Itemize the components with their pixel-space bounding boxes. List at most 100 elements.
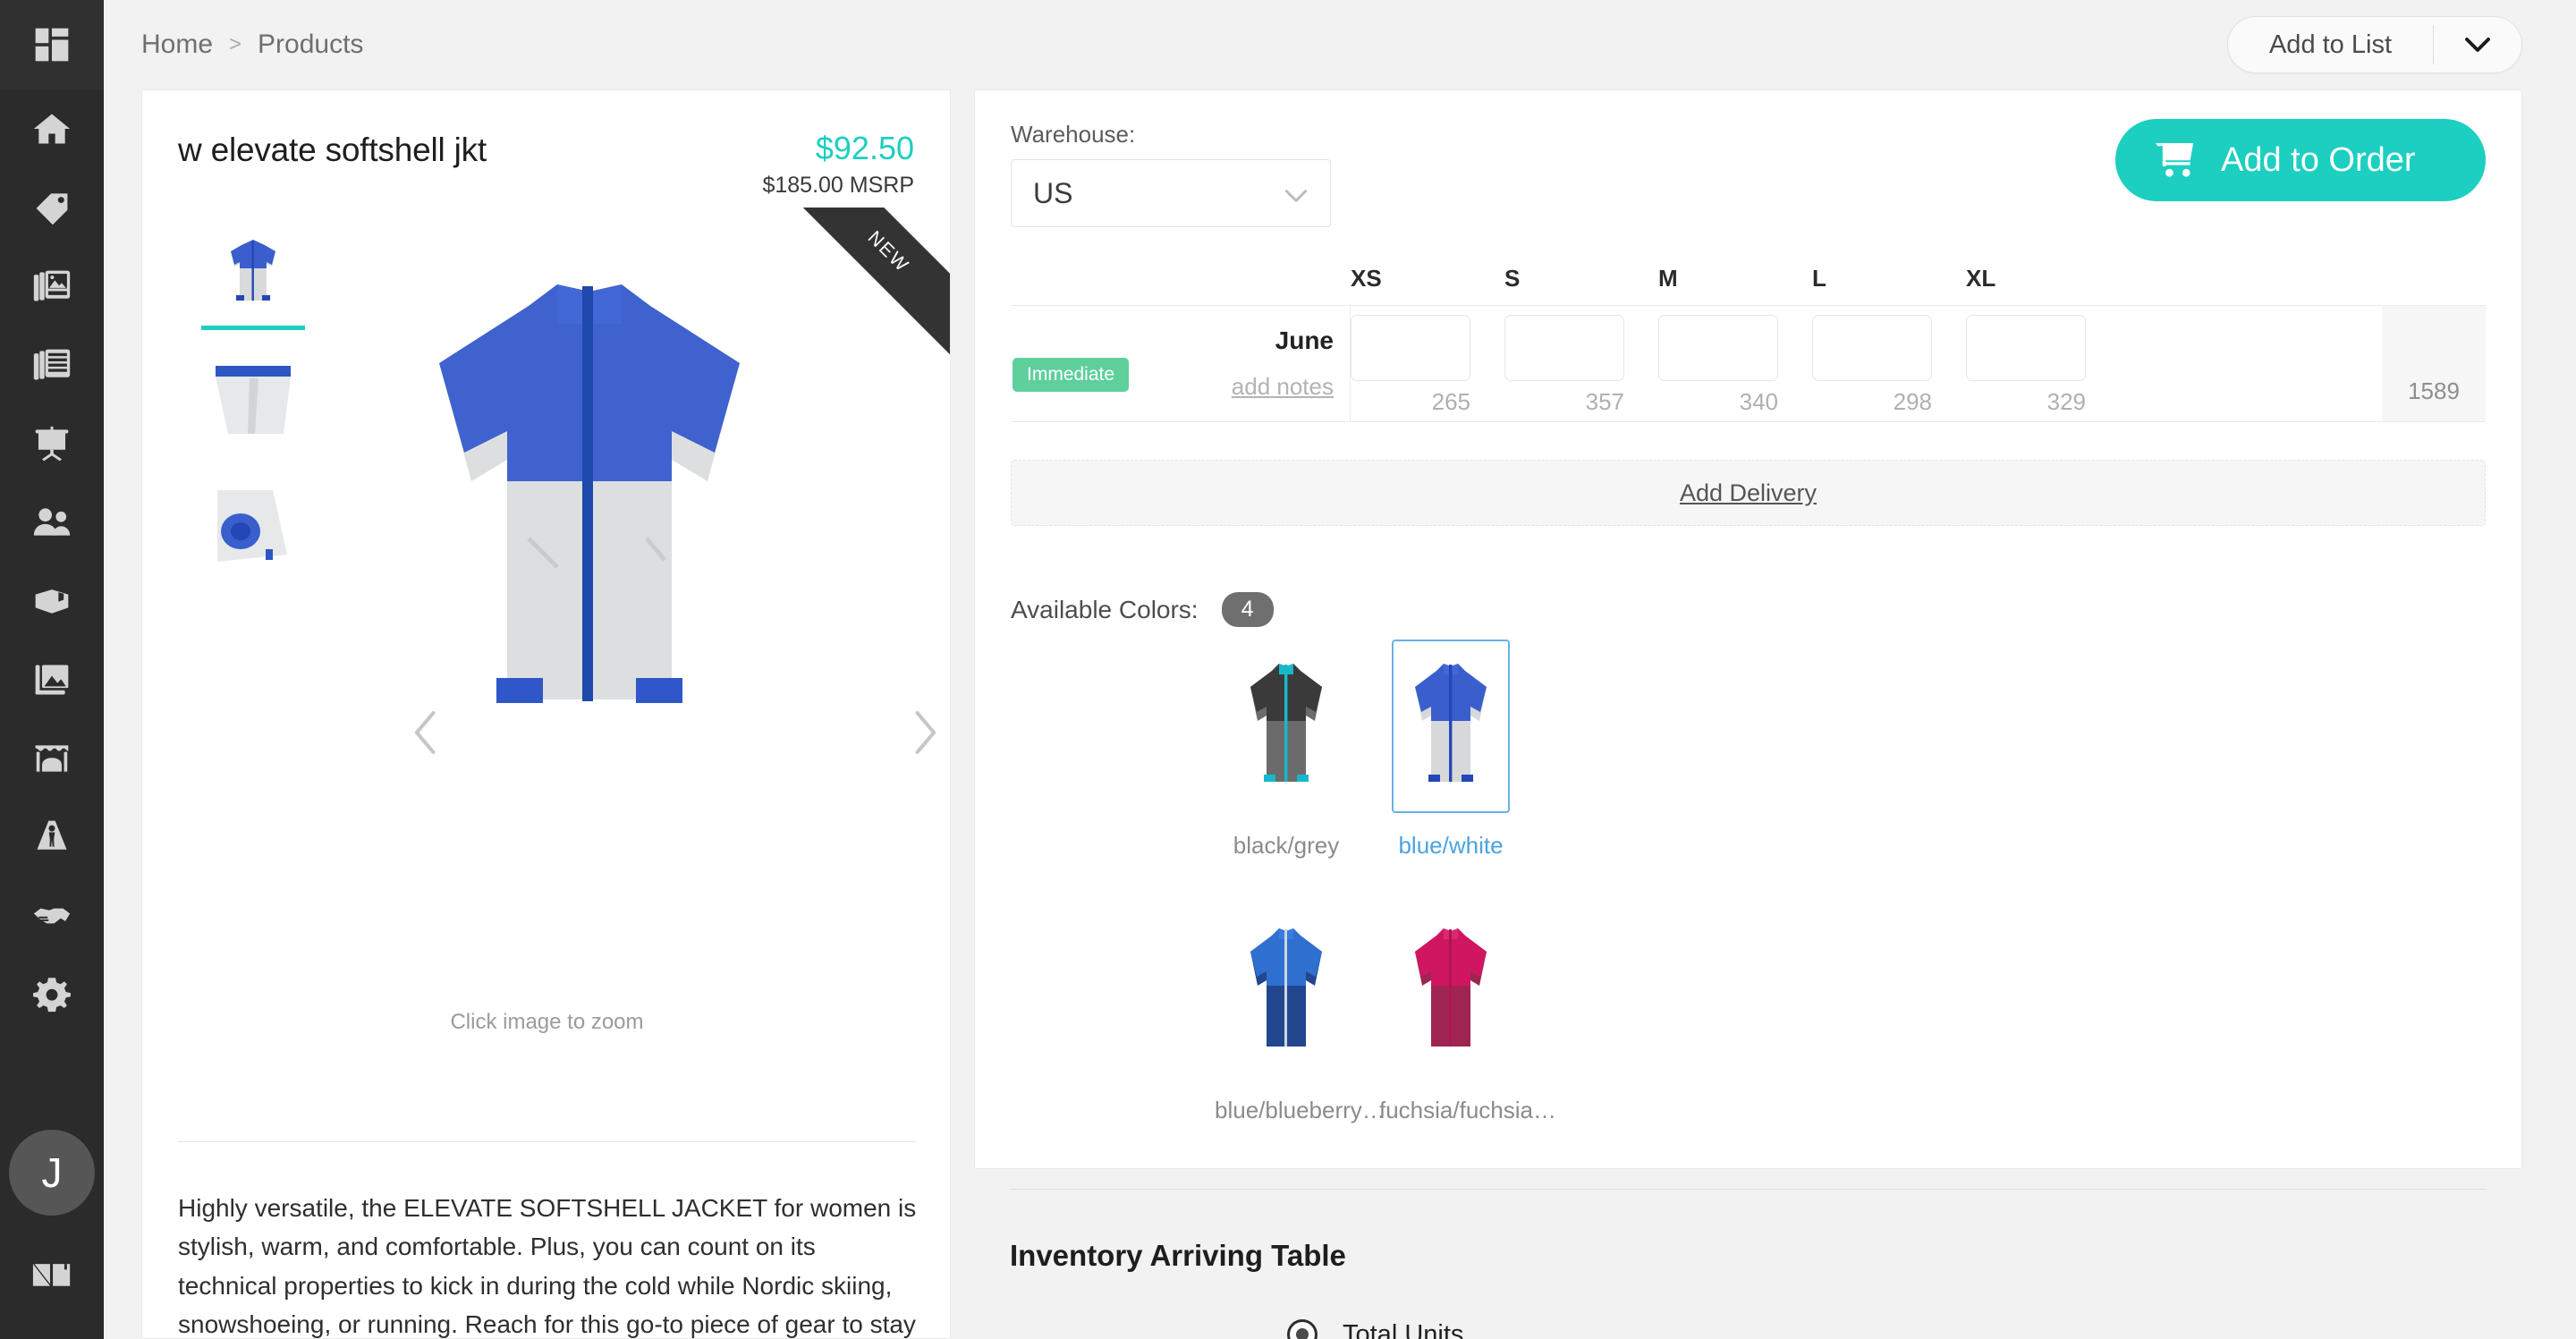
quantity-input-s[interactable]: [1504, 315, 1624, 381]
quantity-cell-s: 357: [1504, 315, 1658, 416]
quantity-cell-xs: 265: [1351, 315, 1504, 416]
order-card: Warehouse: US Add to Order XS S M L XL I…: [974, 89, 2522, 1170]
available-colors-count: 4: [1221, 592, 1274, 627]
color-swatch-black-grey[interactable]: black/grey: [1204, 640, 1368, 863]
add-delivery-label: Add Delivery: [1679, 479, 1818, 506]
list-stack-icon: [33, 349, 71, 380]
color-swatch-name: fuchsia/fuchsia…: [1379, 1096, 1556, 1123]
sidebar-item-catalogs[interactable]: [0, 326, 104, 404]
price-block: $92.50 $185.00 MSRP: [762, 131, 914, 199]
sidebar-item-orders[interactable]: [0, 562, 104, 640]
thumbnail-1[interactable]: [196, 232, 310, 315]
shopping-cart-icon: [2156, 143, 2194, 177]
add-to-list-button[interactable]: Add to List: [2226, 16, 2522, 73]
thumbnail-2[interactable]: [196, 356, 310, 445]
color-swatch-grid: black/grey blue/white blue/blueberry… fu…: [1011, 640, 2486, 1127]
product-hero-image[interactable]: [312, 225, 867, 780]
size-header-xs: XS: [1351, 265, 1382, 292]
delivery-row: Immediate June add notes 265 357 340 298…: [1011, 305, 2486, 422]
jacket-hero-icon: [439, 284, 740, 703]
quantity-cell-l: 298: [1812, 315, 1966, 416]
grid-logo-icon: [35, 28, 69, 62]
color-swatch-image: [1392, 640, 1510, 813]
thumbnail-active-indicator: [201, 325, 305, 330]
color-swatch-blue-white[interactable]: blue/white: [1368, 640, 1533, 863]
add-notes-link[interactable]: add notes: [1232, 373, 1334, 401]
inventory-arriving-section: Inventory Arriving Table Showing invento…: [974, 1189, 2522, 1339]
warehouse-caret: [1284, 177, 1309, 210]
jacket-sleeve-thumb-icon: [216, 365, 291, 434]
inventory-controls: Showing inventory for: Total Units Units…: [1010, 1319, 2487, 1339]
available-colors-section: Available Colors: 4 black/grey blue/whit…: [1011, 592, 2486, 1127]
warehouse-select[interactable]: US: [1011, 159, 1331, 227]
sidebar: J: [0, 0, 104, 1339]
box-icon: [35, 589, 69, 614]
users-icon: [33, 508, 71, 536]
size-header-s: S: [1504, 265, 1521, 292]
sidebar-item-presentations[interactable]: [0, 404, 104, 483]
app-root: J Home > Products Add to List w elevate …: [0, 0, 2576, 1339]
sidebar-item-showroom[interactable]: [0, 719, 104, 798]
zoom-hint: Click image to zoom: [450, 1010, 644, 1034]
thumbnail-gap: [196, 455, 310, 482]
add-to-order-button[interactable]: Add to Order: [2115, 119, 2486, 201]
add-to-list-dropdown[interactable]: [2434, 37, 2521, 53]
quantity-input-m[interactable]: [1658, 315, 1778, 381]
available-s: 357: [1585, 388, 1624, 415]
color-swatch-fuchsia[interactable]: fuchsia/fuchsia…: [1368, 903, 1556, 1128]
add-delivery-button[interactable]: Add Delivery: [1011, 460, 2486, 526]
jacket-fuchsia-icon: [1415, 928, 1487, 1047]
sidebar-item-products[interactable]: [0, 168, 104, 247]
jacket-cuff-thumb-icon: [217, 489, 287, 562]
inventory-radio-group: Total Units Units Arriving: [1287, 1319, 1496, 1339]
add-to-order-label: Add to Order: [2221, 140, 2416, 179]
sidebar-item-settings[interactable]: [0, 955, 104, 1034]
row-total: 1589: [2382, 306, 2486, 421]
jacket-blue-white-icon: [1415, 664, 1487, 782]
radio-indicator[interactable]: [1287, 1319, 1318, 1339]
sidebar-item-partners[interactable]: [0, 877, 104, 955]
sidebar-item-customers[interactable]: [0, 483, 104, 562]
quantity-cells: 265 357 340 298 329: [1351, 306, 2382, 421]
size-header-row: XS S M L XL: [1011, 265, 2486, 292]
content: w elevate softshell jkt $92.50 $185.00 M…: [104, 89, 2576, 1339]
sidebar-item-runway[interactable]: [0, 798, 104, 877]
color-swatch-blue-blueberry[interactable]: blue/blueberry…: [1204, 903, 1385, 1128]
msrp: $185.00 MSRP: [762, 172, 914, 198]
delivery-month: June: [1275, 326, 1334, 354]
sidebar-logo[interactable]: [0, 0, 104, 89]
quantity-input-xl[interactable]: [1966, 315, 2086, 381]
quantity-input-l[interactable]: [1812, 315, 1932, 381]
chevron-right-icon: [915, 710, 936, 754]
thumbnail-3[interactable]: [196, 481, 310, 570]
warehouse-value: US: [1033, 176, 1073, 209]
storefront-icon: [35, 745, 69, 772]
quantity-input-xs[interactable]: [1351, 315, 1470, 381]
add-to-list-label: Add to List: [2268, 30, 2392, 59]
breadcrumb-products[interactable]: Products: [258, 30, 363, 60]
gallery-next-button[interactable]: [910, 708, 940, 765]
tag-icon: [36, 193, 68, 225]
breadcrumb-home[interactable]: Home: [141, 30, 213, 60]
color-swatch-image: [1227, 903, 1345, 1078]
sidebar-item-media[interactable]: [0, 640, 104, 719]
sidebar-item-lookbooks[interactable]: [0, 247, 104, 326]
quantity-cell-xl: 329: [1966, 315, 2120, 416]
sidebar-bottom[interactable]: [0, 1262, 104, 1339]
handshake-icon: [33, 908, 71, 924]
radio-total-units[interactable]: Total Units: [1287, 1319, 1496, 1339]
price: $92.50: [815, 130, 914, 166]
available-xs: 265: [1431, 388, 1470, 415]
topbar: Home > Products Add to List: [104, 0, 2576, 89]
size-header-xl: XL: [1966, 265, 1996, 292]
product-detail-card: w elevate softshell jkt $92.50 $185.00 M…: [141, 89, 951, 1339]
available-colors-label: Available Colors:: [1011, 595, 1199, 623]
product-header: w elevate softshell jkt $92.50 $185.00 M…: [142, 90, 950, 199]
gallery-prev-button[interactable]: [411, 708, 441, 765]
color-swatch-image: [1227, 640, 1345, 813]
avatar[interactable]: J: [9, 1130, 95, 1216]
main-area: Home > Products Add to List w elevate so…: [104, 0, 2576, 1339]
sidebar-item-home[interactable]: [0, 89, 104, 168]
available-m: 340: [1739, 388, 1778, 415]
available-xl: 329: [2046, 388, 2086, 415]
